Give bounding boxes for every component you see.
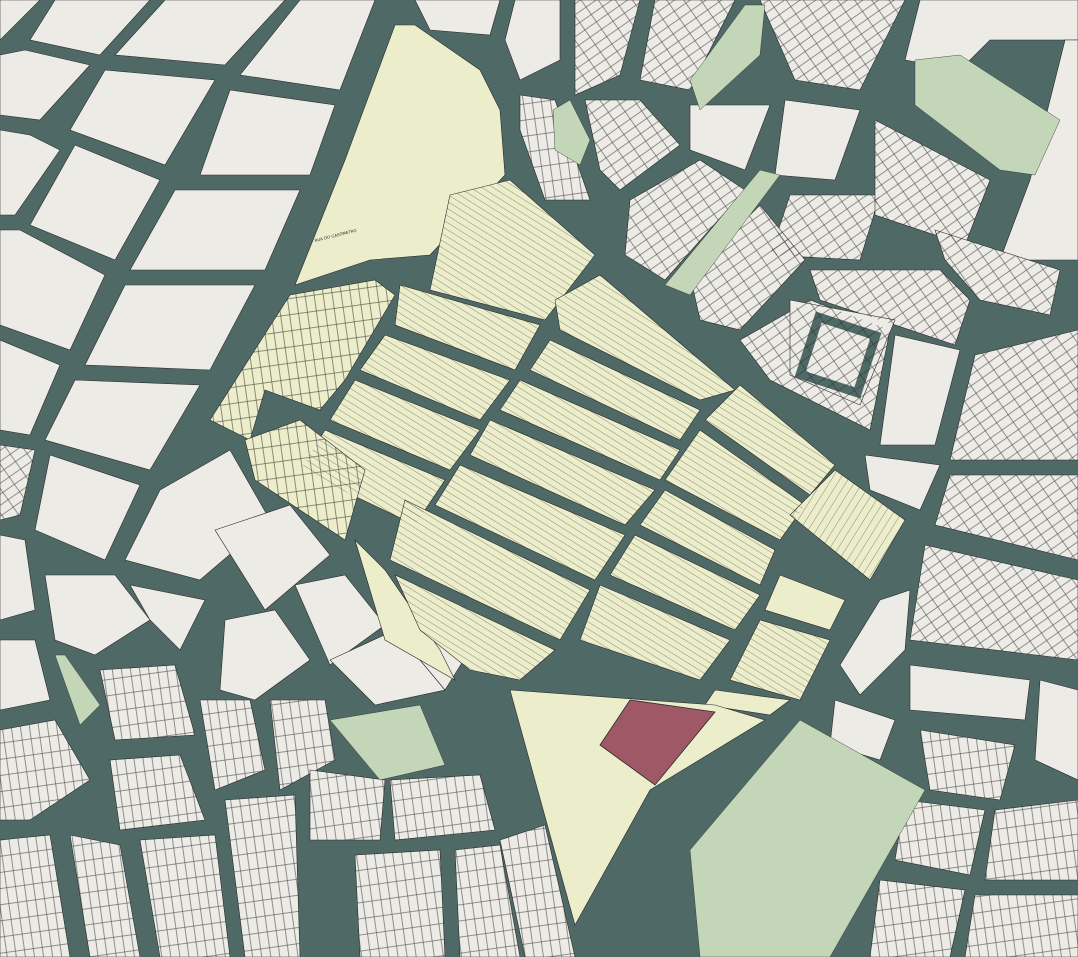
city-map: RUA DO GASÔMETRO — [0, 0, 1078, 957]
map-canvas: RUA DO GASÔMETRO — [0, 0, 1078, 957]
